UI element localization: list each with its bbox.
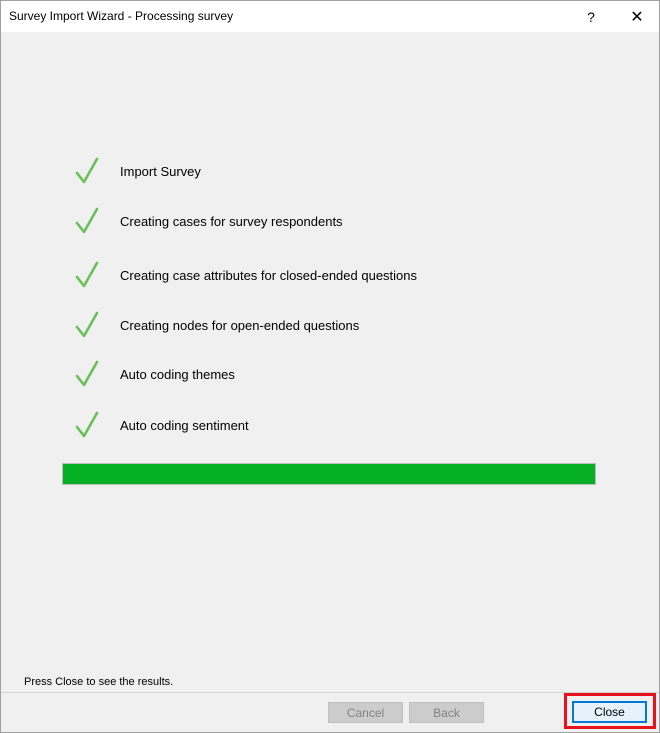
checkmark-icon (75, 261, 99, 288)
step-auto-coding-themes: Auto coding themes (75, 360, 595, 392)
help-button[interactable]: ? (569, 1, 613, 32)
step-label: Auto coding sentiment (120, 418, 249, 433)
checkmark-icon (75, 411, 99, 438)
step-creating-nodes: Creating nodes for open-ended questions (75, 311, 595, 343)
footer-separator (1, 692, 659, 693)
step-creating-case-attributes: Creating case attributes for closed-ende… (75, 261, 595, 293)
checkmark-icon (75, 207, 99, 234)
step-label: Creating case attributes for closed-ende… (120, 268, 418, 283)
survey-import-wizard-dialog: Survey Import Wizard - Processing survey… (0, 0, 660, 733)
back-button[interactable]: Back (409, 702, 484, 723)
title-bar: Survey Import Wizard - Processing survey… (1, 1, 659, 32)
step-import-survey: Import Survey (75, 157, 595, 189)
results-hint: Press Close to see the results. (24, 676, 174, 688)
step-label: Import Survey (120, 164, 201, 179)
window-title: Survey Import Wizard - Processing survey (9, 9, 234, 23)
step-label: Auto coding themes (120, 367, 235, 382)
step-auto-coding-sentiment: Auto coding sentiment (75, 411, 595, 443)
step-creating-cases: Creating cases for survey respondents (75, 207, 595, 239)
window-close-button[interactable]: ✕ (615, 1, 659, 32)
close-button[interactable]: Close (572, 701, 647, 723)
cancel-button[interactable]: Cancel (328, 702, 403, 723)
checkmark-icon (75, 311, 99, 338)
step-label: Creating cases for survey respondents (120, 214, 343, 229)
checkmark-icon (75, 360, 99, 387)
step-label: Creating nodes for open-ended questions (120, 318, 360, 333)
checkmark-icon (75, 157, 99, 184)
progress-bar (62, 463, 596, 485)
progress-bar-fill (63, 464, 595, 484)
